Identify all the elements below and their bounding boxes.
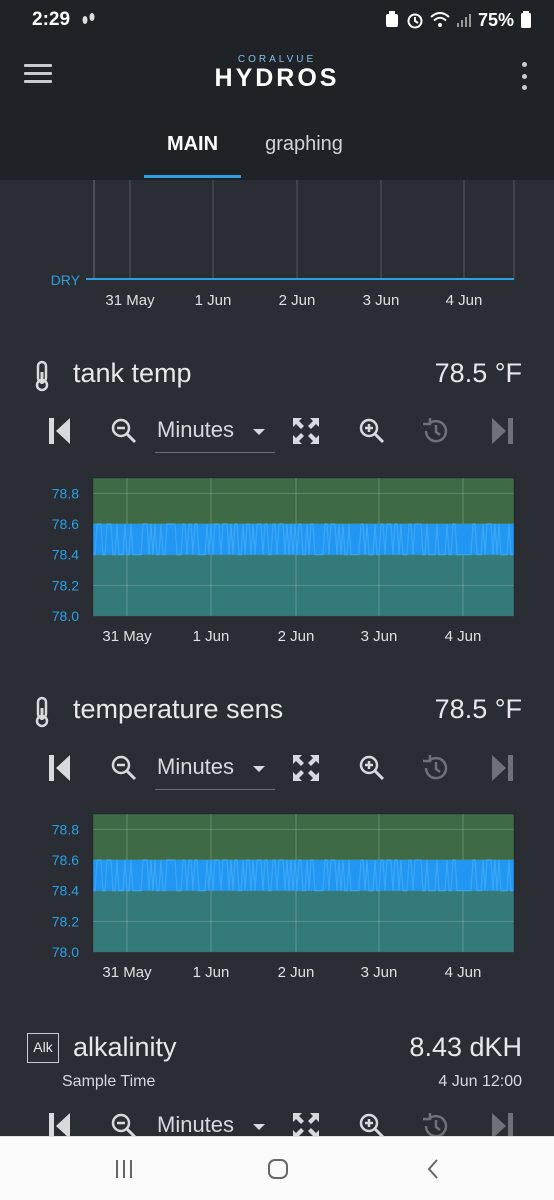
x-tick: 2 Jun <box>279 292 316 309</box>
dropdown-arrow-icon <box>253 429 265 435</box>
x-tick-label: 1 Jun <box>193 628 230 645</box>
steps-icon <box>80 11 98 30</box>
temperature-sens-chart-svg: 78.8 78.6 78.4 78.2 78.0 31 May 1 Jun 2 Jun 3 Ju… <box>52 813 515 981</box>
expand-icon[interactable] <box>290 752 322 784</box>
alarm-icon <box>406 11 424 29</box>
history-icon[interactable] <box>420 415 452 447</box>
recycle-icon <box>384 11 400 29</box>
chart-controls: Minutes <box>0 409 554 455</box>
y-tick-label: 78.2 <box>52 913 79 929</box>
sensor-value: 78.5 °F <box>434 694 522 724</box>
wifi-icon <box>430 12 450 28</box>
status-bar: 2:29 75% <box>0 0 554 40</box>
section-header-alkalinity[interactable]: Alk alkalinity 8.43 dKH <box>0 1030 554 1070</box>
hydros-logo: CORALVUE HYDROS <box>0 54 554 93</box>
y-tick-label: 78.6 <box>52 516 79 532</box>
x-tick-label: 3 Jun <box>361 964 398 981</box>
chart-controls: Minutes <box>0 746 554 792</box>
time-range-select[interactable]: Minutes <box>155 409 275 453</box>
sensor-name: tank temp <box>73 358 192 388</box>
skip-end-icon[interactable] <box>486 752 518 784</box>
history-icon[interactable] <box>420 752 452 784</box>
x-tick-label: 4 Jun <box>445 628 482 645</box>
sample-time-label: Sample Time <box>62 1073 156 1090</box>
y-tick-label: 78.8 <box>52 821 79 837</box>
system-nav-bar <box>0 1136 554 1200</box>
expand-icon[interactable] <box>290 415 322 447</box>
y-tick-label: 78.0 <box>52 944 79 960</box>
signal-icon <box>456 12 472 28</box>
time-range-value: Minutes <box>157 1112 235 1137</box>
status-time: 2:29 <box>32 9 71 30</box>
x-tick-label: 2 Jun <box>278 628 315 645</box>
y-tick-label: 78.4 <box>52 883 79 899</box>
skip-start-icon[interactable] <box>44 415 76 447</box>
zoom-out-icon[interactable] <box>108 415 140 447</box>
zoom-in-icon[interactable] <box>356 415 388 447</box>
zoom-out-icon[interactable] <box>108 752 140 784</box>
tab-graphing[interactable]: graphing <box>250 120 358 178</box>
y-tick-dry: DRY <box>51 272 81 288</box>
app-root: 2:29 75% CORALVUE HYDROS MAIN graphing D… <box>0 0 554 1200</box>
app-bar: CORALVUE HYDROS MAIN graphing <box>0 40 554 180</box>
home-icon[interactable] <box>266 1157 290 1181</box>
time-range-value: Minutes <box>157 417 235 442</box>
battery-icon <box>520 11 532 29</box>
x-tick-label: 4 Jun <box>445 964 482 981</box>
x-tick-label: 1 Jun <box>193 964 230 981</box>
sensor-name: temperature sens <box>73 694 284 724</box>
back-icon[interactable] <box>422 1157 446 1181</box>
sample-time-value: 4 Jun 12:00 <box>438 1073 522 1090</box>
status-right: 75% <box>384 10 532 31</box>
dropdown-arrow-icon <box>253 1124 265 1130</box>
skip-start-icon[interactable] <box>44 752 76 784</box>
tank-temp-chart: 78.8 78.6 78.4 78.2 78.0 31 May 1 Jun 2 Jun 3 Ju… <box>0 470 554 650</box>
sensor-value: 8.43 dKH <box>409 1032 522 1062</box>
temperature-sens-chart: 78.8 78.6 78.4 78.2 78.0 31 May 1 Jun 2 Jun 3 Ju… <box>0 806 554 986</box>
time-range-select[interactable]: Minutes <box>155 746 275 790</box>
dropdown-arrow-icon <box>253 766 265 772</box>
x-tick: 3 Jun <box>363 292 400 309</box>
x-tick-label: 31 May <box>102 628 152 645</box>
y-tick-label: 78.8 <box>52 485 79 501</box>
logo-main: HYDROS <box>214 64 340 92</box>
battery-text: 75% <box>477 9 514 30</box>
skip-end-icon[interactable] <box>486 415 518 447</box>
section-header-tank-temp[interactable]: tank temp 78.5 °F <box>0 356 554 396</box>
y-tick-label: 78.2 <box>52 577 79 593</box>
x-tick: 31 May <box>105 292 155 309</box>
zoom-in-icon[interactable] <box>356 752 388 784</box>
section-header-temperature-sens[interactable]: temperature sens 78.5 °F <box>0 692 554 732</box>
y-tick-label: 78.6 <box>52 852 79 868</box>
top-chart-svg: DRY 31 May 1 Jun 2 Jun 3 Jun 4 Jun <box>51 180 515 309</box>
tank-temp-chart-svg: 78.8 78.6 78.4 78.2 78.0 31 May 1 Jun 2 Jun 3 Ju… <box>52 477 515 645</box>
tab-bar: MAIN graphing <box>0 120 554 180</box>
time-range-value: Minutes <box>157 754 235 779</box>
thermometer-icon <box>28 360 56 392</box>
x-tick-label: 3 Jun <box>361 628 398 645</box>
x-tick: 1 Jun <box>195 292 232 309</box>
y-tick-label: 78.0 <box>52 608 79 624</box>
top-chart: DRY 31 May 1 Jun 2 Jun 3 Jun 4 Jun <box>0 180 554 320</box>
sensor-name: alkalinity <box>73 1032 177 1062</box>
y-tick-label: 78.4 <box>52 547 79 563</box>
more-options-icon[interactable] <box>520 62 528 90</box>
thermometer-icon <box>28 696 56 728</box>
alk-icon: Alk <box>27 1033 59 1063</box>
x-tick-label: 31 May <box>102 964 152 981</box>
recent-apps-icon[interactable] <box>112 1157 136 1181</box>
tab-main[interactable]: MAIN <box>144 120 241 178</box>
x-tick: 4 Jun <box>446 292 483 309</box>
sensor-value: 78.5 °F <box>434 358 522 388</box>
x-tick-label: 2 Jun <box>278 964 315 981</box>
